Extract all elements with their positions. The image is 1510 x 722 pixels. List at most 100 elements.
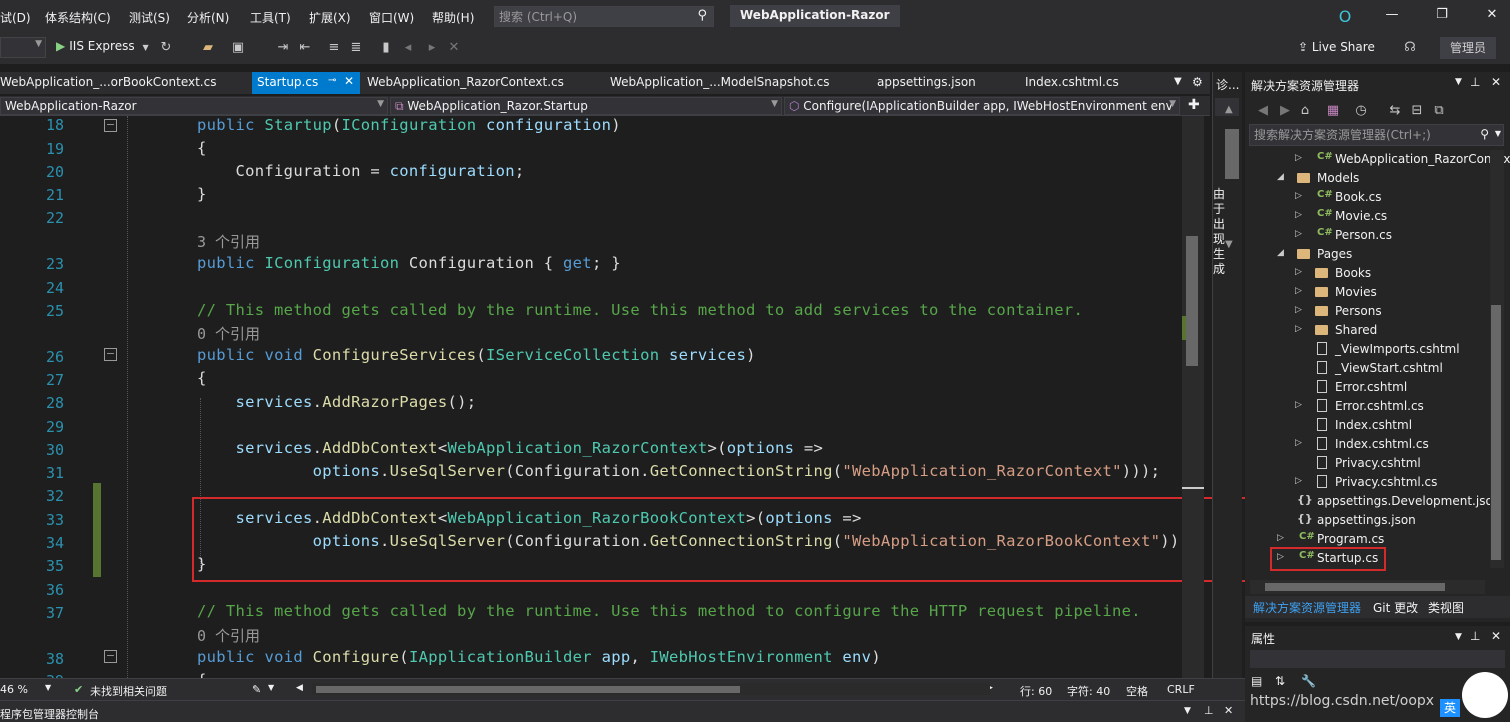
minimize-icon[interactable]: — xyxy=(1382,7,1402,25)
tree-item[interactable]: ▷C#Book.cs xyxy=(1245,188,1490,207)
tree-item[interactable]: {}appsettings.json xyxy=(1245,511,1490,530)
search-box[interactable]: ⚲ xyxy=(494,6,714,27)
chevron-down-icon[interactable]: ▼ xyxy=(45,683,51,692)
close-icon[interactable]: ✕ xyxy=(1482,7,1502,25)
chevron-down-icon[interactable]: ▼ xyxy=(142,43,148,52)
zoom-level[interactable]: 46 % xyxy=(0,683,28,696)
reference-count[interactable]: 0 个引用 xyxy=(197,323,260,344)
menu-extensions[interactable]: 扩展(X) xyxy=(309,9,351,26)
menu-analyze[interactable]: 分析(N) xyxy=(187,9,229,26)
tab-index-cs[interactable]: Index.cshtml.cs xyxy=(1025,72,1155,94)
close-icon[interactable]: ✕ xyxy=(1224,704,1233,717)
fold-toggle[interactable]: − xyxy=(104,119,117,132)
diag-scroll-thumb[interactable] xyxy=(1225,129,1239,179)
tab-modelsnapshot[interactable]: WebApplication_...ModelSnapshot.cs xyxy=(610,72,860,94)
menu-debug[interactable]: 试(D) xyxy=(0,9,31,26)
tree-item[interactable]: Index.cshtml xyxy=(1245,416,1490,435)
reference-count[interactable]: 0 个引用 xyxy=(197,625,260,646)
menu-window[interactable]: 窗口(W) xyxy=(369,9,414,26)
tree-item[interactable]: ▷Books xyxy=(1245,264,1490,283)
close-tab-icon[interactable]: ✕ xyxy=(344,74,354,88)
back-icon[interactable]: ◀ xyxy=(1255,103,1271,119)
member-dropdown[interactable]: ⬡ Configure(IApplicationBuilder app, IWe… xyxy=(784,97,1180,115)
uncomment-icon[interactable]: ≣ xyxy=(348,40,364,56)
tree-item[interactable]: Privacy.cshtml xyxy=(1245,454,1490,473)
tab-git-changes[interactable]: Git 更改 xyxy=(1373,599,1418,616)
tree-item[interactable]: ◢Pages xyxy=(1245,245,1490,264)
issues-status[interactable]: 未找到相关问题 xyxy=(90,683,167,699)
restore-icon[interactable]: ❐ xyxy=(1432,7,1452,25)
tab-solution-explorer[interactable]: 解决方案资源管理器 xyxy=(1253,599,1361,616)
admin-badge[interactable]: 管理员 xyxy=(1440,37,1496,59)
close-icon[interactable]: ✕ xyxy=(1491,75,1501,89)
pin-icon[interactable]: ⊸ xyxy=(328,75,336,86)
line-ending[interactable]: CRLF xyxy=(1167,683,1195,696)
tree-item[interactable]: ▷C#Movie.cs xyxy=(1245,207,1490,226)
editor-vertical-scrollbar[interactable] xyxy=(1182,116,1204,678)
solution-scroll-thumb[interactable] xyxy=(1491,305,1501,560)
tree-item[interactable]: ▷Shared xyxy=(1245,321,1490,340)
tab-overflow-icon[interactable]: ▼ xyxy=(1174,76,1182,87)
pin-icon[interactable]: ⊥ xyxy=(1470,75,1480,89)
prev-bookmark-icon[interactable]: ◂ xyxy=(400,40,416,56)
copilot-icon[interactable]: O xyxy=(1335,7,1355,25)
tree-item[interactable]: _ViewImports.cshtml xyxy=(1245,340,1490,359)
show-all-files-icon[interactable]: ⧉ xyxy=(1431,103,1447,119)
tab-bookcontext[interactable]: WebApplication_...orBookContext.cs xyxy=(0,72,248,94)
menu-help[interactable]: 帮助(H) xyxy=(432,9,474,26)
solution-config-dropdown[interactable]: ▼ xyxy=(0,37,46,58)
ime-indicator[interactable]: 英 xyxy=(1440,699,1460,717)
package-manager-console-tab[interactable]: 程序包管理器控制台 xyxy=(0,706,99,722)
tab-appsettings[interactable]: appsettings.json xyxy=(877,72,1007,94)
solution-search-input[interactable] xyxy=(1254,126,1474,144)
chevron-down-icon[interactable]: ▼ xyxy=(1455,632,1462,642)
outdent-icon[interactable]: ⇤ xyxy=(297,40,313,56)
live-share-button[interactable]: ⇪ Live Share xyxy=(1298,40,1375,54)
tree-item[interactable]: ▷C#Person.cs xyxy=(1245,226,1490,245)
project-dropdown[interactable]: WebApplication-Razor ▼ xyxy=(0,97,388,115)
fold-toggle[interactable]: − xyxy=(104,650,117,663)
tree-item[interactable]: ▷Index.cshtml.cs xyxy=(1245,435,1490,454)
next-bookmark-icon[interactable]: ▸ xyxy=(424,40,440,56)
fold-toggle[interactable]: − xyxy=(104,348,117,361)
tree-item[interactable]: {}appsettings.Development.json xyxy=(1245,492,1490,511)
solution-hscroll-thumb[interactable] xyxy=(1265,583,1445,591)
sync-icon[interactable]: ⇆ xyxy=(1387,103,1403,119)
home-icon[interactable]: ⌂ xyxy=(1297,103,1313,119)
split-icon[interactable]: ✚ xyxy=(1188,97,1200,113)
tree-item[interactable]: ▷C#WebApplication_RazorContext.cs xyxy=(1245,150,1490,169)
clear-bookmarks-icon[interactable]: ✕ xyxy=(446,40,462,56)
chevron-down-icon[interactable]: ▼ xyxy=(1184,706,1191,716)
feedback-icon[interactable]: ☊ xyxy=(1402,40,1418,56)
line-position[interactable]: 行: 60 xyxy=(1020,683,1052,699)
tree-item[interactable]: ◢Models xyxy=(1245,169,1490,188)
search-input[interactable] xyxy=(499,8,689,25)
pin-icon[interactable]: ⊥ xyxy=(1204,704,1214,717)
chevron-down-icon[interactable]: ▼ xyxy=(1455,77,1462,87)
window-icon[interactable]: ▣ xyxy=(230,40,246,56)
properties-object-selector[interactable] xyxy=(1250,650,1505,668)
tab-startup[interactable]: Startup.cs ⊸ ✕ xyxy=(252,72,360,94)
chevron-down-icon[interactable]: ▼ xyxy=(268,683,274,692)
forward-icon[interactable]: ▶ xyxy=(1277,103,1293,119)
switch-views-icon[interactable]: ▦ xyxy=(1325,103,1341,119)
whitespace-mode[interactable]: 空格 xyxy=(1126,683,1148,699)
sort-icon[interactable]: ⇅ xyxy=(1275,674,1285,688)
tree-item[interactable]: ▷Error.cshtml.cs xyxy=(1245,397,1490,416)
char-position[interactable]: 字符: 40 xyxy=(1067,683,1110,699)
chevron-down-icon[interactable]: ▼ xyxy=(1495,129,1501,138)
close-icon[interactable]: ✕ xyxy=(1491,629,1501,643)
menu-tools[interactable]: 工具(T) xyxy=(250,9,291,26)
solution-search[interactable]: ⚲ ▼ xyxy=(1249,124,1504,146)
folder-icon[interactable]: ▰ xyxy=(200,40,216,56)
ime-avatar[interactable] xyxy=(1462,672,1508,718)
tree-item[interactable]: _ViewStart.cshtml xyxy=(1245,359,1490,378)
tab-class-view[interactable]: 类视图 xyxy=(1428,599,1464,616)
pin-icon[interactable]: ⊥ xyxy=(1470,629,1480,643)
tree-item[interactable]: ▷Movies xyxy=(1245,283,1490,302)
brush-icon[interactable]: ✎ xyxy=(252,683,261,696)
run-button[interactable]: ▶IIS Express ▼ xyxy=(56,39,149,57)
categorized-icon[interactable]: ▤ xyxy=(1251,674,1262,688)
tree-item[interactable]: Error.cshtml xyxy=(1245,378,1490,397)
menu-test[interactable]: 测试(S) xyxy=(129,9,170,26)
